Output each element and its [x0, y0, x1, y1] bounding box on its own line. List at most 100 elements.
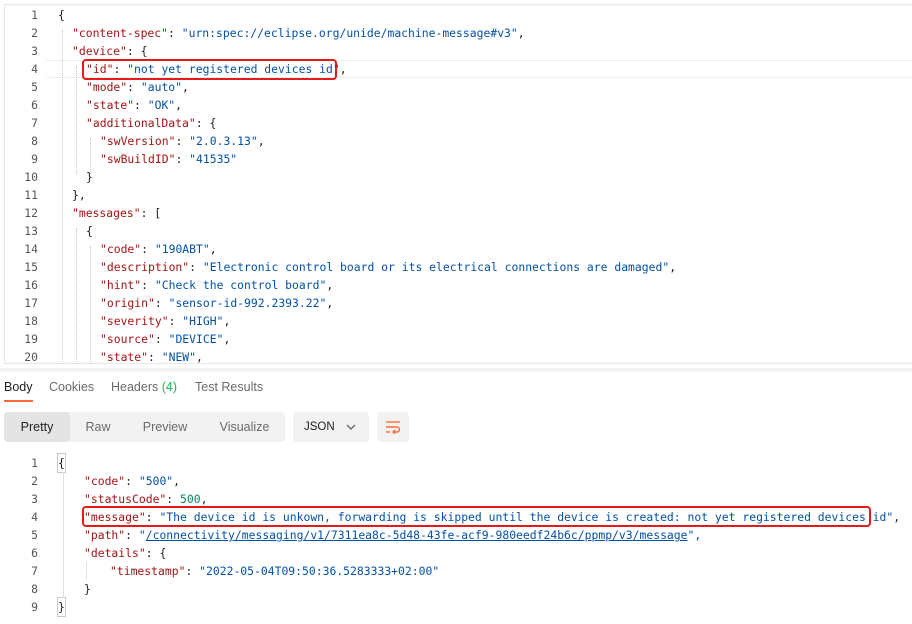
- line-number: 2: [31, 26, 38, 40]
- json-punctuation: [: [154, 206, 162, 220]
- code-line[interactable]: 5 "mode": "auto",: [0, 78, 912, 96]
- view-raw-button[interactable]: Raw: [70, 412, 126, 442]
- json-punctuation: ,: [196, 350, 203, 364]
- json-key: "mode": [86, 80, 128, 94]
- indent-guide: [90, 246, 91, 364]
- json-separator: :: [195, 116, 210, 130]
- line-number: 11: [24, 188, 38, 202]
- json-brace: }: [84, 582, 91, 596]
- line-number: 8: [31, 134, 38, 148]
- json-separator: :: [148, 350, 162, 364]
- line-number: 9: [31, 600, 38, 614]
- code-line[interactable]: 20 "state": "NEW",: [0, 348, 912, 366]
- json-pair: "swBuildID": "41535": [100, 150, 237, 168]
- json-pair: "state": "OK",: [86, 96, 182, 114]
- code-line[interactable]: 19 "source": "DEVICE",: [0, 330, 912, 348]
- indent-guide: [63, 472, 64, 598]
- json-key: "path": [84, 528, 126, 542]
- json-key: "state": [100, 350, 149, 364]
- line-number: 5: [31, 528, 38, 542]
- indent-guide: [90, 138, 91, 174]
- json-pair: "mode": "auto",: [86, 78, 189, 96]
- json-separator: :: [154, 296, 169, 310]
- line-number: 3: [31, 492, 38, 506]
- line-number: 17: [24, 296, 38, 310]
- code-line[interactable]: 2 "content-spec": "urn:spec://eclipse.org…: [0, 24, 912, 42]
- line-number: 4: [31, 62, 38, 76]
- view-preview-button[interactable]: Preview: [126, 412, 204, 442]
- code-line[interactable]: 9 "swBuildID": "41535": [0, 150, 912, 168]
- format-select[interactable]: JSON: [293, 412, 369, 442]
- code-line[interactable]: 7 "additionalData": {: [0, 114, 912, 132]
- json-string: "HIGH": [182, 314, 224, 328]
- json-punctuation: ,: [517, 26, 525, 40]
- tab-test-results[interactable]: Test Results: [195, 380, 263, 394]
- json-brace: {: [86, 224, 93, 238]
- code-line[interactable]: 6 "state": "OK",: [0, 96, 912, 114]
- code-line[interactable]: 8 "swVersion": "2.0.3.13",: [0, 132, 912, 150]
- code-line[interactable]: 11},: [0, 186, 912, 204]
- json-separator: :: [189, 260, 203, 274]
- code-line[interactable]: 13 {: [0, 222, 912, 240]
- line-number: 19: [24, 332, 38, 346]
- json-pair: "swVersion": "2.0.3.13",: [100, 132, 265, 150]
- json-brace: {: [57, 453, 66, 473]
- wrap-lines-button[interactable]: [377, 412, 409, 442]
- code-line[interactable]: 12 "messages": [: [0, 204, 912, 222]
- tab-headers-label: Headers: [111, 380, 159, 394]
- json-separator: :: [141, 242, 155, 256]
- line-number: 5: [31, 80, 38, 94]
- json-punctuation: ,: [339, 62, 347, 76]
- json-separator: :: [134, 98, 148, 112]
- json-pair: "additionalData": {: [86, 114, 216, 132]
- tab-body[interactable]: Body: [4, 380, 33, 394]
- json-key: "state": [86, 98, 135, 112]
- json-separator: :: [127, 80, 141, 94]
- json-string: "NEW": [161, 350, 197, 364]
- json-quote: ": [138, 528, 146, 542]
- json-separator: :: [141, 278, 155, 292]
- json-punctuation: ,: [669, 260, 677, 274]
- code-line[interactable]: 15 "description": "Electronic control boa…: [0, 258, 912, 276]
- line-number: 2: [31, 474, 38, 488]
- json-key: "content-spec": [72, 26, 169, 40]
- line-number: 15: [24, 260, 38, 274]
- path-link[interactable]: /connectivity/messaging/v1/7311ea8c-5d48…: [146, 528, 688, 542]
- highlight-box-device-id: [82, 59, 337, 80]
- tab-cookies[interactable]: Cookies: [49, 380, 94, 394]
- json-pair: "source": "DEVICE",: [100, 330, 230, 348]
- json-string: "500": [138, 474, 174, 488]
- code-line[interactable]: 16 "hint": "Check the control board",: [0, 276, 912, 294]
- json-punctuation: ,: [326, 296, 334, 310]
- view-pretty-button[interactable]: Pretty: [4, 412, 70, 442]
- code-line[interactable]: 10}: [0, 168, 912, 186]
- json-string: "190ABT": [154, 242, 210, 256]
- json-separator: :: [154, 332, 169, 346]
- code-line[interactable]: 1{: [0, 6, 912, 24]
- json-key: "description": [100, 260, 190, 274]
- json-separator: :: [175, 134, 190, 148]
- json-pair: "origin": "sensor-id-992.2393.22",: [100, 294, 333, 312]
- response-body-viewer[interactable]: 1{ 2 "code": "500", 3 "statusCode": 500, 4…: [0, 452, 912, 624]
- code-line[interactable]: 3 "device": {: [0, 42, 912, 60]
- line-number: 18: [24, 314, 38, 328]
- line-number: 6: [31, 98, 38, 112]
- chevron-down-icon: [346, 424, 356, 430]
- line-number: 20: [24, 350, 38, 364]
- json-brace: },: [72, 188, 86, 202]
- json-punctuation: ,: [223, 314, 231, 328]
- json-quote: ",: [687, 528, 702, 542]
- code-line[interactable]: 17 "origin": "sensor-id-992.2393.22",: [0, 294, 912, 312]
- json-string: "auto": [140, 80, 183, 94]
- json-key: "timestamp": [110, 564, 186, 578]
- json-key: "details": [84, 546, 146, 560]
- tab-headers[interactable]: Headers (4): [111, 380, 177, 394]
- line-number: 13: [24, 224, 38, 238]
- view-visualize-button[interactable]: Visualize: [204, 412, 285, 442]
- code-line[interactable]: 18 "severity": "HIGH",: [0, 312, 912, 330]
- code-line[interactable]: 14 "code": "190ABT",: [0, 240, 912, 258]
- json-pair: "messages": [: [72, 204, 161, 222]
- json-separator: :: [126, 44, 141, 58]
- request-body-editor[interactable]: 1{2 "content-spec": "urn:spec://eclipse.o…: [0, 0, 912, 366]
- format-select-value: JSON: [304, 421, 335, 433]
